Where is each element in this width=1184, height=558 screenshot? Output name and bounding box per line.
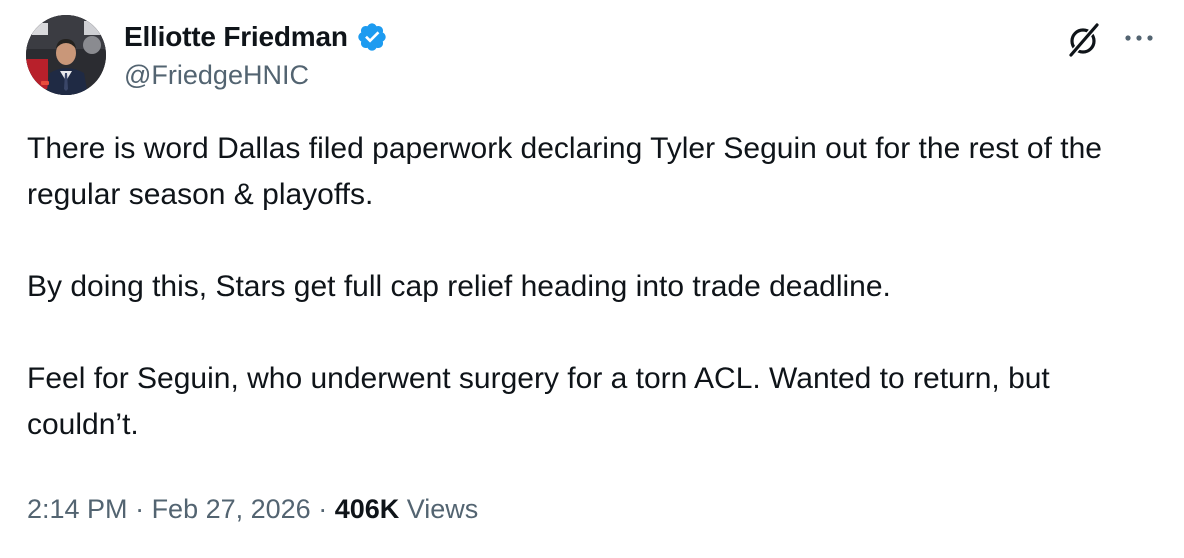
tweet-paragraph: By doing this, Stars get full cap relief… [27, 270, 891, 303]
views-label: Views [399, 494, 479, 524]
verified-badge-icon[interactable] [356, 21, 388, 53]
views-count[interactable]: 406K [335, 494, 400, 524]
tweet-meta: 2:14 PM · Feb 27, 2026 · 406K Views [27, 494, 478, 525]
tweet-time[interactable]: 2:14 PM [27, 494, 128, 524]
meta-separator: · [310, 494, 335, 524]
more-horizontal-icon[interactable] [1121, 22, 1157, 54]
tweet-date[interactable]: Feb 27, 2026 [152, 494, 311, 524]
author-handle[interactable]: @FriedgeHNIC [124, 60, 309, 91]
tweet-paragraph: Feel for Seguin, who underwent surgery f… [27, 362, 1050, 441]
avatar[interactable] [26, 15, 106, 95]
tweet-text: There is word Dallas filed paperwork dec… [27, 126, 1162, 448]
grok-icon[interactable] [1064, 20, 1104, 60]
tweet-paragraph: There is word Dallas filed paperwork dec… [27, 132, 1102, 211]
tweet-card: Elliotte Friedman @FriedgeHNIC There is … [0, 0, 1184, 558]
avatar-image [26, 15, 106, 95]
meta-separator: · [127, 494, 152, 524]
author-display-name[interactable]: Elliotte Friedman [124, 21, 348, 53]
author-name-row: Elliotte Friedman [124, 20, 388, 54]
